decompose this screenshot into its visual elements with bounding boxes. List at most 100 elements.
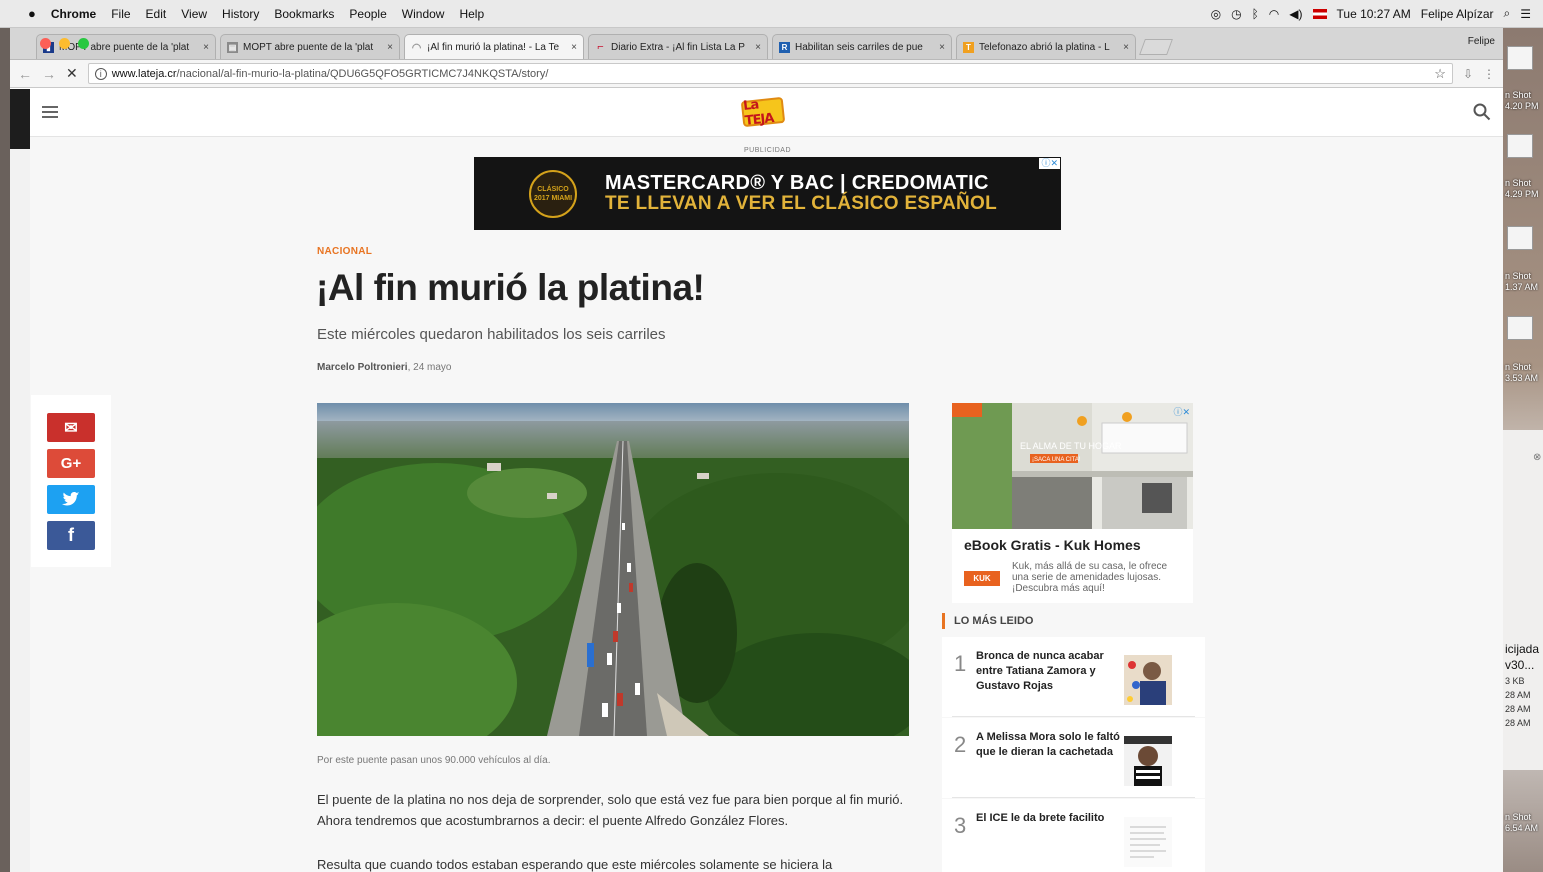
menu-edit[interactable]: Edit xyxy=(146,7,167,21)
article-paragraph-1: El puente de la platina no nos deja de s… xyxy=(317,792,904,828)
minimize-window-button[interactable] xyxy=(59,38,70,49)
section-label[interactable]: NACIONAL xyxy=(317,246,372,257)
menu-clock[interactable]: Tue 10:27 AM xyxy=(1337,7,1411,21)
close-icon[interactable]: ⊗ xyxy=(1533,452,1541,463)
desktop-left-edge xyxy=(0,28,10,872)
adchoices-icon[interactable]: ⓘ✕ xyxy=(1039,158,1060,169)
most-read-title[interactable]: Bronca de nunca acabar entre Tatiana Zam… xyxy=(976,649,1121,694)
volume-icon[interactable]: ◀) xyxy=(1289,7,1302,21)
close-tab-icon[interactable]: × xyxy=(939,42,945,53)
ad-title[interactable]: eBook Gratis - Kuk Homes xyxy=(964,537,1141,553)
zoom-window-button[interactable] xyxy=(78,38,89,49)
most-read-item-2[interactable]: 2 A Melissa Mora solo le faltó que le di… xyxy=(942,718,1205,798)
google-plus-icon[interactable]: G+ xyxy=(47,449,95,478)
most-read-title[interactable]: A Melissa Mora solo le faltó que le dier… xyxy=(976,730,1121,760)
profile-button[interactable]: Felipe xyxy=(1468,36,1495,47)
email-icon[interactable]: ✉ xyxy=(47,413,95,442)
article-title: ¡Al fin murió la platina! xyxy=(316,267,705,308)
file-thumbnail[interactable] xyxy=(1507,134,1533,158)
stop-icon[interactable]: ✕ xyxy=(66,65,78,82)
preview-time: 28 AM xyxy=(1505,690,1531,700)
tab-2[interactable]: ◠ ¡Al fin murió la platina! - La Te × xyxy=(404,34,584,59)
site-header: La TEJA xyxy=(30,89,1503,137)
chrome-window: ▮MOPT abre puente de la 'plat× ▤MOPT abr… xyxy=(10,28,1503,872)
article-subtitle: Este miércoles quedaron habilitados los … xyxy=(317,326,666,343)
forward-icon[interactable]: → xyxy=(42,66,56,82)
hamburger-menu-icon[interactable] xyxy=(42,106,58,118)
close-window-button[interactable] xyxy=(40,38,51,49)
author[interactable]: Marcelo Poltronieri xyxy=(317,362,408,373)
file-thumbnail[interactable] xyxy=(1507,316,1533,340)
search-icon[interactable] xyxy=(1473,103,1491,121)
close-tab-icon[interactable]: × xyxy=(1123,42,1129,53)
adchoices-icon[interactable]: ⓘ✕ xyxy=(1173,405,1190,418)
extension-icon[interactable]: ⇩ xyxy=(1463,67,1473,81)
article-content: PUBLICIDAD CLÁSICO 2017 MIAMI MASTERCARD… xyxy=(30,137,1503,872)
menu-people[interactable]: People xyxy=(349,7,386,21)
desktop-file-2[interactable]: n Shot 4.29 PM xyxy=(1505,178,1543,200)
desktop-file-1[interactable]: n Shot 4.20 PM xyxy=(1505,90,1543,112)
thumbnail[interactable] xyxy=(1124,655,1172,705)
ad-text: Kuk, más allá de su casa, le ofrece una … xyxy=(1012,561,1168,594)
article-photo[interactable] xyxy=(317,403,909,736)
thumbnail[interactable] xyxy=(1124,736,1172,786)
desktop-file-4[interactable]: n Shot 3.53 AM xyxy=(1505,362,1543,384)
most-read-item-1[interactable]: 1 Bronca de nunca acabar entre Tatiana Z… xyxy=(942,637,1205,717)
divider xyxy=(952,797,1195,798)
menu-view[interactable]: View xyxy=(181,7,207,21)
most-read-title[interactable]: El ICE le da brete facilito xyxy=(976,811,1121,826)
close-tab-icon[interactable]: × xyxy=(387,42,393,53)
desktop-file-3[interactable]: n Shot 1.37 AM xyxy=(1505,271,1543,293)
apple-icon[interactable]: ● xyxy=(28,6,36,21)
preview-time: 28 AM xyxy=(1505,704,1531,714)
spotlight-icon[interactable]: ⌕ xyxy=(1504,6,1511,21)
file-thumbnail[interactable] xyxy=(1507,226,1533,250)
thumbnail[interactable] xyxy=(1124,817,1172,867)
file-thumbnail[interactable] xyxy=(1507,46,1533,70)
twitter-icon[interactable] xyxy=(47,485,95,514)
bluetooth-icon[interactable]: ᛒ xyxy=(1252,7,1259,21)
facebook-icon[interactable]: f xyxy=(47,521,95,550)
new-tab-button[interactable] xyxy=(1139,39,1173,55)
close-tab-icon[interactable]: × xyxy=(755,42,761,53)
article-paragraph-2: Resulta que cuando todos estaban esperan… xyxy=(317,857,833,872)
menu-window[interactable]: Window xyxy=(402,7,445,21)
desktop-file-5[interactable]: n Shot 6.54 AM xyxy=(1505,812,1543,834)
byline: Marcelo Poltronieri, 24 mayo xyxy=(317,362,452,373)
loading-icon: ◠ xyxy=(411,41,422,54)
sponsored-ad[interactable]: EL ALMA DE TU HOGAR ¡SACA UNA CITA! ⓘ✕ e… xyxy=(952,403,1193,603)
back-icon[interactable]: ← xyxy=(18,66,32,82)
address-bar[interactable]: i www.lateja.cr /nacional/al-fin-murio-l… xyxy=(87,63,1453,84)
most-read-item-3[interactable]: 3 El ICE le da brete facilito xyxy=(942,799,1205,872)
menu-user[interactable]: Felipe Alpízar xyxy=(1421,7,1494,21)
close-tab-icon[interactable]: × xyxy=(203,42,209,53)
menu-file[interactable]: File xyxy=(111,7,130,21)
wifi-icon[interactable]: ◠ xyxy=(1269,7,1279,21)
lateja-logo[interactable]: La TEJA xyxy=(740,96,786,129)
info-icon[interactable]: i xyxy=(94,67,107,80)
bookmark-star-icon[interactable]: ☆ xyxy=(1434,66,1446,82)
rank-number: 3 xyxy=(954,813,967,838)
more-menu-icon[interactable]: ⋮ xyxy=(1483,67,1495,81)
menu-app-name[interactable]: Chrome xyxy=(51,7,96,21)
tab-1[interactable]: ▤ MOPT abre puente de la 'plat × xyxy=(220,34,400,59)
r-icon: R xyxy=(779,41,790,53)
creative-cloud-icon[interactable]: ◎ xyxy=(1211,7,1221,21)
ad-image[interactable]: EL ALMA DE TU HOGAR ¡SACA UNA CITA! xyxy=(952,403,1193,529)
notification-center-icon[interactable]: ☰ xyxy=(1520,7,1531,21)
clasico-badge: CLÁSICO 2017 MIAMI xyxy=(529,170,577,218)
rank-number: 1 xyxy=(954,651,967,676)
page-icon: ▤ xyxy=(227,41,238,53)
menu-bookmarks[interactable]: Bookmarks xyxy=(274,7,334,21)
orange-icon: T xyxy=(963,41,974,53)
tab-5[interactable]: T Telefonazo abrió la platina - L × xyxy=(956,34,1136,59)
time-machine-icon[interactable]: ◷ xyxy=(1231,7,1241,21)
tab-3[interactable]: ⌐ Diario Extra - ¡Al fin Lista La P × xyxy=(588,34,768,59)
tab-4[interactable]: R Habilitan seis carriles de pue × xyxy=(772,34,952,59)
ad-banner[interactable]: CLÁSICO 2017 MIAMI MASTERCARD® Y BAC | C… xyxy=(474,157,1061,230)
close-tab-icon[interactable]: × xyxy=(571,42,577,53)
menu-help[interactable]: Help xyxy=(459,7,484,21)
flag-icon[interactable] xyxy=(1312,8,1327,19)
menu-history[interactable]: History xyxy=(222,7,259,21)
finder-preview-panel: ⊗ icijada v30... 3 KB 28 AM 28 AM 28 AM xyxy=(1503,430,1543,770)
